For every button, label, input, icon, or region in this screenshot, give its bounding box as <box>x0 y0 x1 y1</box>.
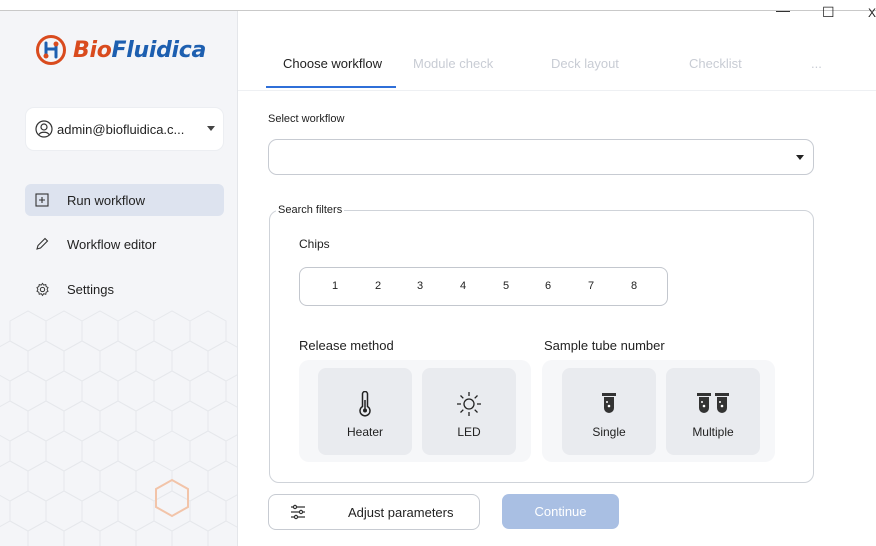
tab-module-check[interactable]: Module check <box>413 56 493 71</box>
sun-icon <box>455 390 483 418</box>
release-option-label: LED <box>457 425 481 439</box>
user-email: admin@biofluidica.c... <box>57 121 185 137</box>
active-tab-indicator <box>266 86 396 88</box>
tube-option-label: Single <box>592 425 626 439</box>
user-avatar-icon <box>35 120 53 138</box>
chip-option-3[interactable]: 3 <box>413 280 427 292</box>
release-method-label: Release method <box>299 338 394 353</box>
tab-deck-layout[interactable]: Deck layout <box>551 56 619 71</box>
tube-option-single[interactable]: Single <box>562 368 656 455</box>
adjust-parameters-button[interactable]: Adjust parameters <box>268 494 480 530</box>
chips-selector: 1 2 3 4 5 6 7 8 <box>299 267 668 306</box>
release-option-heater[interactable]: Heater <box>318 368 412 455</box>
chevron-down-icon <box>207 126 215 131</box>
pencil-icon <box>34 236 50 252</box>
sample-tube-number-label: Sample tube number <box>544 338 665 353</box>
chip-option-5[interactable]: 5 <box>499 280 513 292</box>
chip-option-6[interactable]: 6 <box>541 280 555 292</box>
adjust-parameters-label: Adjust parameters <box>348 504 454 520</box>
continue-label: Continue <box>534 504 587 519</box>
biofluidica-logo-icon <box>36 35 66 65</box>
search-filters-legend: Search filters <box>276 204 345 216</box>
plus-square-icon <box>34 192 50 208</box>
tube-option-label: Multiple <box>692 425 734 439</box>
hexagon-pattern-background <box>0 310 237 546</box>
chip-option-1[interactable]: 1 <box>328 280 342 292</box>
workflow-select-dropdown[interactable] <box>268 139 814 175</box>
tabs-divider <box>238 90 876 91</box>
minimize-button[interactable]: — <box>776 2 790 18</box>
sidebar-item-label: Settings <box>67 281 114 297</box>
release-option-label: Heater <box>346 425 384 439</box>
chip-option-4[interactable]: 4 <box>456 280 470 292</box>
sliders-icon <box>291 504 305 520</box>
user-account-dropdown[interactable]: admin@biofluidica.c... <box>26 108 223 150</box>
close-button[interactable]: X <box>868 6 876 20</box>
chip-option-8[interactable]: 8 <box>627 280 641 292</box>
chip-option-2[interactable]: 2 <box>371 280 385 292</box>
maximize-button[interactable]: ☐ <box>822 4 835 21</box>
single-tube-icon <box>602 390 616 418</box>
sidebar: BioFluidica admin@biofluidica.c... Run w… <box>0 11 238 546</box>
sidebar-item-label: Run workflow <box>67 192 146 208</box>
workflow-steps-tabs: Choose workflow Module check Deck layout… <box>266 44 876 90</box>
sidebar-item-run-workflow[interactable]: Run workflow <box>25 184 224 216</box>
select-workflow-label: Select workflow <box>268 113 345 125</box>
tab-choose-workflow[interactable]: Choose workflow <box>283 56 382 71</box>
sidebar-item-settings[interactable]: Settings <box>25 273 224 305</box>
continue-button[interactable]: Continue <box>502 494 619 529</box>
tab-more[interactable]: ... <box>811 56 822 71</box>
sidebar-item-workflow-editor[interactable]: Workflow editor <box>25 228 224 260</box>
app-logo: BioFluidica <box>35 33 206 67</box>
chips-label: Chips <box>299 237 330 251</box>
chip-option-7[interactable]: 7 <box>584 280 598 292</box>
release-option-led[interactable]: LED <box>422 368 516 455</box>
caret-down-icon <box>796 155 804 160</box>
sidebar-item-label: Workflow editor <box>67 236 157 252</box>
double-tube-icon <box>697 390 729 418</box>
gear-icon <box>34 281 50 297</box>
tube-option-multiple[interactable]: Multiple <box>666 368 760 455</box>
tab-checklist[interactable]: Checklist <box>689 56 742 71</box>
logo-wordmark: BioFluidica <box>73 37 207 63</box>
thermometer-icon <box>358 390 372 418</box>
